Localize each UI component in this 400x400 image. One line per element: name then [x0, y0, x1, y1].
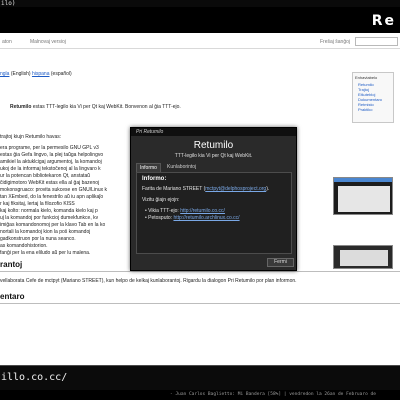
tab-contributors[interactable]: Kunlaborintoj [164, 163, 199, 172]
lang-link-spanish[interactable]: hispana [32, 71, 50, 77]
site-label: Petosputo: [148, 215, 174, 221]
sites-list: Vikia TTT-ejo: http://retumilo.co.cc/ Pe… [145, 208, 286, 222]
url-text[interactable]: illo.co.cc/ [1, 372, 67, 383]
site-label: Vikia TTT-ejo: [148, 208, 181, 214]
body-line: era programe, per la permesilo GNU GPL v… [0, 145, 99, 151]
body-line: as komandohistorion. [0, 243, 48, 249]
recent-changes-link[interactable]: Freŝaj ŝanĝoj [320, 39, 350, 45]
panel-heading: Informo: [142, 176, 167, 182]
status-text: - Juan Carlos Baglietto: Mi Bandera [58%… [170, 392, 376, 397]
url-bar[interactable]: illo.co.cc/ [0, 365, 400, 390]
site-item: Vikia TTT-ejo: http://retumilo.co.cc/ [145, 208, 286, 215]
screenshot-thumbnail[interactable] [333, 177, 393, 215]
dialog-info-panel: Informo: Farita de Mariano STREET (mctpy… [136, 172, 292, 254]
body-line: ĉidigimotoro WebKit estas ella al ĝaj ba… [0, 180, 100, 186]
body-line: imiĝas komandonomoj per la klavo Tab en … [0, 222, 106, 228]
lang-sep: (English) [9, 71, 32, 77]
section-divider [0, 271, 400, 272]
body-line: ukoj de la informaj tekstoĉenoj al la li… [0, 166, 101, 172]
section-heading-docs: entaro [0, 292, 25, 301]
site-item: Petosputo: http://retumilo.archlinux.co.… [145, 215, 286, 222]
language-links: ngla (English) hispana (español) [0, 71, 72, 77]
section-divider [0, 303, 400, 304]
author-email-link[interactable]: mctpyt@delphosproject.org [205, 186, 266, 192]
body-line: fanĝi per la ena eliludo aŭ per lu malen… [0, 250, 91, 256]
dialog-app-name: Retumilo [193, 140, 234, 151]
thumb-titlebar [334, 178, 392, 182]
author-line: Farita de Mariano STREET (mctpyt@delphos… [142, 186, 286, 192]
intro-text: Retumilo estas TTT-legilo kia Vi per Qt … [10, 104, 181, 110]
body-line: gadkonstruon por la nuna seanco. [0, 236, 76, 242]
close-button[interactable]: Fermi [267, 258, 294, 267]
sites-label: Vizitu ĝiajn ejojn: [142, 197, 180, 203]
lang-tail: (español) [49, 71, 72, 77]
author-prefix: Farita de Mariano STREET ( [142, 186, 206, 192]
status-bar: - Juan Carlos Baglietto: Mi Bandera [58%… [0, 390, 400, 400]
site-link[interactable]: http://retumilo.co.cc/ [180, 208, 225, 214]
site-title: Re [371, 13, 396, 29]
body-line: trajtoj kiujn Retumilo havas: [0, 134, 62, 140]
body-line: nortali la komandoj kion la poŝ komandoj [0, 229, 91, 235]
toc-title: Enhavtabelo [355, 75, 378, 80]
table-of-contents: Enhavtabelo Retumilo Trajtoj Elŝutebloj … [352, 72, 394, 123]
body-line: r kaj fiksitaj, lertaj la filozofio KISS [0, 201, 75, 207]
body-line: estas ĝia Ĝefa lingvo, la plej taŭga hel… [0, 152, 104, 158]
screen: ilo) Re aton Malnovaj versioj Freŝaj ŝan… [0, 0, 400, 400]
toc-item[interactable]: Praktiko [358, 107, 391, 112]
body-line: amikiel la aktuklcigaj argumentoj, la ko… [0, 159, 102, 165]
section-heading-authors: rantoj [0, 260, 23, 269]
window-titlebar: ilo) [0, 0, 400, 7]
dialog-titlebar[interactable]: Pri Retumilo [131, 128, 296, 136]
intro-rest: estas TTT-legilo kia Vi per Qt kaj WebKi… [31, 104, 181, 110]
nav-item-old-versions[interactable]: Malnovaj versioj [30, 39, 66, 45]
page-nav: aton Malnovaj versioj Freŝaj ŝanĝoj [0, 35, 400, 49]
body-line: kaj kolto: normala kielo, komanda kielo … [0, 208, 98, 214]
intro-bold: Retumilo [10, 104, 32, 110]
body-line: tan XEmbed, do la fenestrilo aŭ iu apn a… [0, 194, 104, 200]
site-link[interactable]: http://retumilo.archlinux.co.cc/ [173, 215, 239, 221]
tab-info[interactable]: Informo [136, 163, 161, 172]
body-line: ur la potencan bibliotekaron Qt, anstata… [0, 173, 91, 179]
thumb-window [338, 186, 390, 212]
site-banner: Re [0, 7, 400, 33]
body-line: mokonsgruaco: provita sukcese en GNU/Lin… [0, 187, 107, 193]
authors-text: vellaborata Ĉefe de mctpyt (Mariano STRE… [0, 278, 297, 284]
screenshot-thumbnail-2[interactable] [333, 245, 393, 269]
nav-item-left[interactable]: aton [2, 39, 12, 45]
search-input[interactable] [355, 37, 398, 46]
about-dialog: Pri Retumilo Retumilo TTT-legilo kia Vi … [130, 127, 297, 271]
author-suffix: ). [266, 186, 270, 192]
thumb-window [340, 250, 388, 266]
dialog-subtitle: TTT-legilo kia Vi per Qt kaj WebKit. [174, 153, 253, 159]
body-line: uj la komandoj por funkcioj dumekfunkce,… [0, 215, 99, 221]
